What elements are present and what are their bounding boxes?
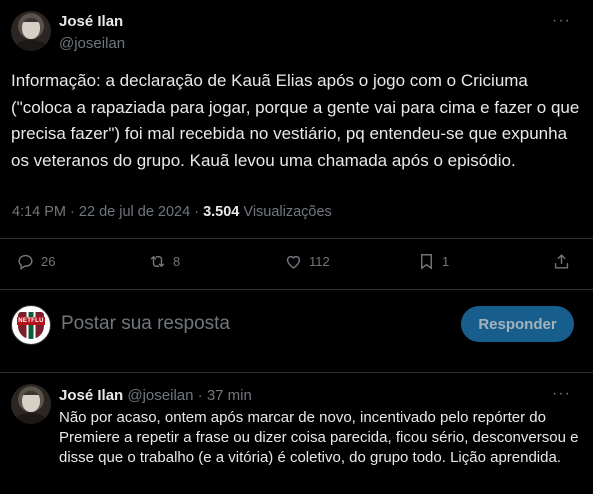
reply-more-options-icon[interactable]: ··· xyxy=(552,385,571,403)
bookmark-button[interactable]: 1 xyxy=(417,252,449,271)
post-date[interactable]: 22 de jul de 2024 xyxy=(79,204,190,220)
more-options-icon[interactable]: ··· xyxy=(552,12,571,30)
post-text: Informação: a declaração de Kauã Elias a… xyxy=(11,71,580,170)
repost-button[interactable]: 8 xyxy=(148,252,180,271)
author-handle[interactable]: @joseilan xyxy=(59,35,125,52)
repost-icon xyxy=(150,255,165,268)
bookmark-icon xyxy=(421,254,432,270)
divider xyxy=(0,238,593,239)
reply-icon xyxy=(18,254,33,271)
author-name[interactable]: José Ilan xyxy=(59,13,123,30)
action-bar: 26 8 112 1 xyxy=(0,252,593,276)
reply-author-avatar[interactable] xyxy=(11,384,51,424)
share-icon xyxy=(554,254,569,269)
user-avatar[interactable]: NETFLU xyxy=(11,305,51,345)
divider xyxy=(0,372,593,373)
divider xyxy=(0,289,593,290)
post-meta: 4:14 PM · 22 de jul de 2024 · 3.504 Visu… xyxy=(12,204,332,220)
reply-author-name[interactable]: José Ilan xyxy=(59,387,123,404)
like-count: 112 xyxy=(309,254,330,269)
bookmark-count: 1 xyxy=(442,254,450,269)
reply-count: 26 xyxy=(41,254,56,269)
views-count[interactable]: 3.504 xyxy=(203,204,239,220)
reply-composer: NETFLU Postar sua resposta Responder xyxy=(0,300,593,350)
repost-count: 8 xyxy=(173,254,181,269)
like-button[interactable]: 112 xyxy=(284,252,330,271)
heart-icon xyxy=(286,255,301,269)
reply-header: José Ilan @joseilan · 37 min xyxy=(59,387,252,404)
reply-text: Não por acaso, ontem após marcar de novo… xyxy=(59,409,579,466)
views-label: Visualizações xyxy=(243,204,332,220)
submit-reply-button[interactable]: Responder xyxy=(461,306,574,342)
reply-input[interactable]: Postar sua resposta xyxy=(61,313,230,335)
avatar-band: NETFLU xyxy=(17,317,45,325)
reply-author-handle[interactable]: @joseilan xyxy=(127,387,193,404)
share-button[interactable] xyxy=(552,252,571,271)
reply-time[interactable]: 37 min xyxy=(207,387,252,404)
reply-button[interactable]: 26 xyxy=(16,252,55,271)
post-time[interactable]: 4:14 PM xyxy=(12,204,66,220)
author-avatar[interactable] xyxy=(11,11,51,51)
